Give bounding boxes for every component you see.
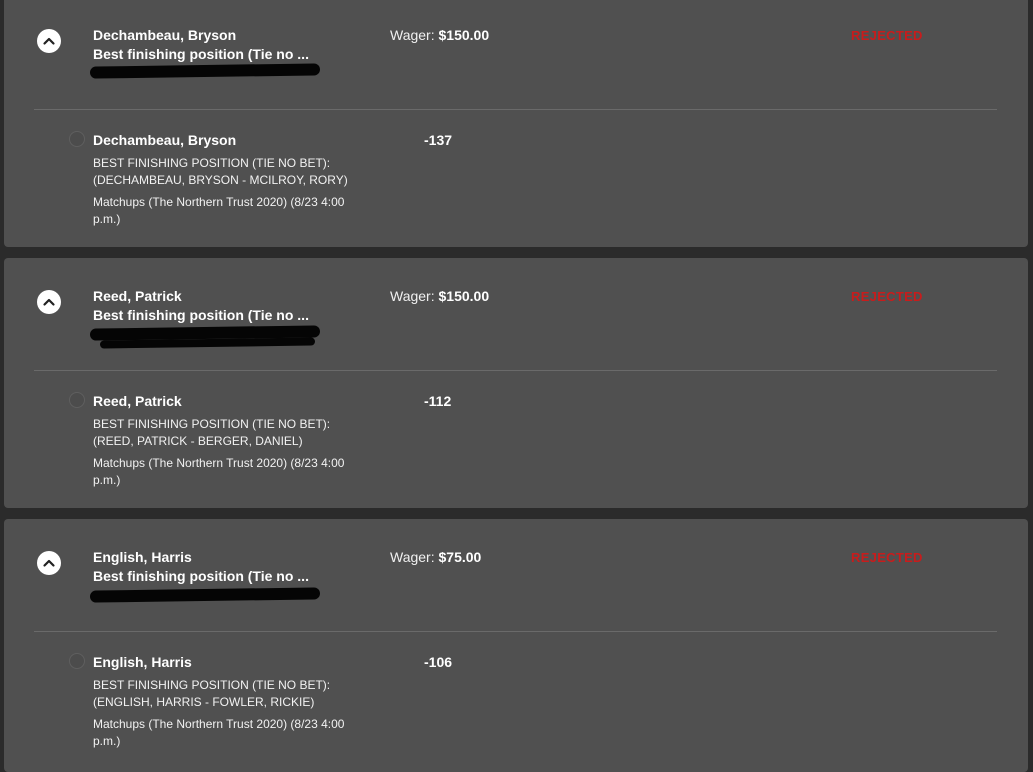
chevron-up-icon bbox=[43, 298, 55, 306]
bet-player-name: Reed, Patrick bbox=[93, 288, 182, 304]
status-badge: REJECTED bbox=[851, 550, 923, 565]
bet-market: Best finishing position (Tie no ... bbox=[93, 307, 309, 323]
redaction-mark bbox=[99, 337, 316, 349]
collapse-toggle-button[interactable] bbox=[37, 290, 61, 314]
redaction-mark bbox=[89, 63, 321, 79]
wager-info: Wager: $75.00 bbox=[390, 548, 481, 567]
chevron-up-icon bbox=[43, 37, 55, 45]
bet-card: Dechambeau, Bryson Best finishing positi… bbox=[4, 0, 1028, 247]
redaction-mark bbox=[89, 587, 321, 603]
divider bbox=[34, 109, 997, 110]
wager-label: Wager: bbox=[390, 288, 435, 304]
selection-odds: -137 bbox=[424, 132, 453, 148]
bet-card: English, Harris Best finishing position … bbox=[4, 519, 1028, 772]
wager-amount: $75.00 bbox=[438, 549, 482, 565]
divider bbox=[34, 631, 997, 632]
bet-history-list: Dechambeau, Bryson Best finishing positi… bbox=[0, 0, 1033, 772]
selection-name: Dechambeau, Bryson bbox=[93, 132, 237, 148]
wager-info: Wager: $150.00 bbox=[390, 287, 489, 306]
wager-amount: $150.00 bbox=[438, 27, 490, 43]
wager-label: Wager: bbox=[390, 27, 435, 43]
collapse-toggle-button[interactable] bbox=[37, 29, 61, 53]
selection-radio[interactable] bbox=[69, 131, 85, 147]
wager-label: Wager: bbox=[390, 549, 435, 565]
selection-description: BEST FINISHING POSITION (TIE NO BET): (D… bbox=[93, 156, 348, 187]
selection-radio[interactable] bbox=[69, 392, 85, 408]
status-badge: REJECTED bbox=[851, 289, 923, 304]
status-badge: REJECTED bbox=[851, 28, 923, 43]
selection-name: Reed, Patrick bbox=[93, 393, 182, 409]
selection-odds: -112 bbox=[424, 393, 452, 409]
bet-market: Best finishing position (Tie no ... bbox=[93, 46, 309, 62]
selection-radio[interactable] bbox=[69, 653, 85, 669]
selection-event: Matchups (The Northern Trust 2020) (8/23… bbox=[93, 195, 345, 226]
chevron-up-icon bbox=[43, 559, 55, 567]
collapse-toggle-button[interactable] bbox=[37, 551, 61, 575]
wager-amount: $150.00 bbox=[438, 288, 490, 304]
wager-info: Wager: $150.00 bbox=[390, 26, 489, 45]
selection-description: BEST FINISHING POSITION (TIE NO BET): (E… bbox=[93, 678, 331, 709]
selection-description: BEST FINISHING POSITION (TIE NO BET): (R… bbox=[93, 417, 331, 448]
bet-market: Best finishing position (Tie no ... bbox=[93, 568, 309, 584]
selection-event: Matchups (The Northern Trust 2020) (8/23… bbox=[93, 717, 345, 748]
bet-card: Reed, Patrick Best finishing position (T… bbox=[4, 258, 1028, 508]
selection-event: Matchups (The Northern Trust 2020) (8/23… bbox=[93, 456, 345, 487]
bet-player-name: English, Harris bbox=[93, 549, 192, 565]
bet-player-name: Dechambeau, Bryson bbox=[93, 27, 237, 43]
divider bbox=[34, 370, 997, 371]
selection-name: English, Harris bbox=[93, 654, 192, 670]
selection-odds: -106 bbox=[424, 654, 453, 670]
